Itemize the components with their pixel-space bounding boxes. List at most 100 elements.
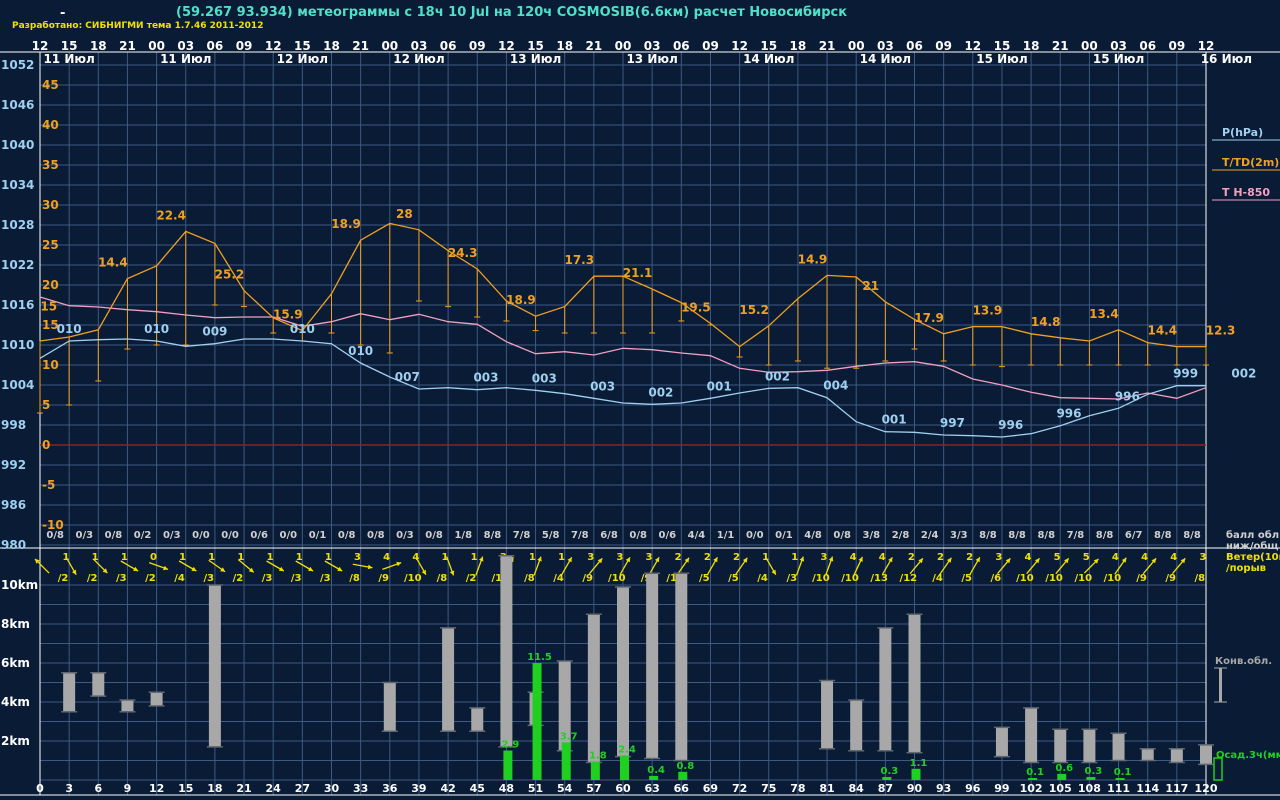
precip-value-label: 3.7 — [560, 731, 578, 742]
time-tick-label: 00 — [615, 39, 632, 53]
pressure-value-label: 003 — [532, 371, 557, 385]
pressure-tick-label: 992 — [1, 458, 26, 472]
legend-entry: P(hPa) — [1222, 126, 1263, 139]
legend-swatch — [1213, 757, 1223, 781]
hour-tick-label: 24 — [266, 782, 282, 795]
time-tick-label: 15 — [61, 39, 78, 53]
precip-value-label: 11.5 — [527, 652, 552, 663]
cloud-cover-value: 2/8 — [892, 530, 910, 541]
hour-tick-label: 27 — [295, 782, 310, 795]
hour-tick-label: 111 — [1107, 782, 1130, 795]
temperature-value-label: 15.2 — [739, 303, 769, 317]
pressure-value-label: 010 — [348, 344, 373, 358]
wind-gust: /2 — [233, 573, 244, 584]
wind-speed: 1 — [791, 552, 798, 563]
cloud-cover-value: 6/8 — [600, 530, 618, 541]
hour-tick-label: 102 — [1020, 782, 1043, 795]
wind-speed: 5 — [1054, 552, 1061, 563]
hour-tick-label: 78 — [790, 782, 805, 795]
wind-gust: /2 — [58, 573, 69, 584]
precip-value-label: 2.9 — [502, 739, 520, 750]
time-tick-label: 12 — [498, 39, 515, 53]
pressure-value-label: 002 — [1231, 367, 1256, 381]
legend-entry: Конв.обл. — [1215, 655, 1272, 667]
convective-cloud-bar — [617, 586, 629, 757]
cloud-cover-value: 4/4 — [688, 530, 706, 541]
cloud-cover-value: 0/3 — [396, 530, 414, 541]
wind-gust: /10 — [1104, 573, 1122, 584]
precip-bar — [561, 742, 571, 780]
cloud-cover-value: 8/8 — [484, 530, 502, 541]
precip-value-label: 0.1 — [1114, 767, 1132, 778]
time-tick-label: 12 — [731, 39, 748, 53]
cloud-cover-value: 4/8 — [804, 530, 822, 541]
precip-bar — [1115, 778, 1125, 780]
pressure-value-label: 999 — [1173, 367, 1198, 381]
hour-tick-label: 39 — [411, 782, 426, 795]
hour-tick-label: 48 — [499, 782, 514, 795]
hour-tick-label: 6 — [94, 782, 102, 795]
convective-cloud-bar — [150, 692, 163, 706]
time-tick-label: 21 — [352, 39, 369, 53]
time-tick-label: 00 — [148, 39, 165, 53]
hour-tick-label: 57 — [586, 782, 601, 795]
pressure-value-label: 007 — [395, 370, 420, 384]
time-tick-label: 09 — [935, 39, 952, 53]
legend-entry: Осад.3ч(мм) — [1216, 750, 1280, 761]
wind-gust: /13 — [870, 573, 888, 584]
cloud-cover-value: 6/7 — [1125, 530, 1143, 541]
time-tick-label: 00 — [848, 39, 865, 53]
hour-tick-label: 114 — [1136, 782, 1159, 795]
wind-speed: 0 — [150, 552, 157, 563]
cloud-cover-value: 0/8 — [338, 530, 356, 541]
hour-tick-label: 120 — [1195, 782, 1218, 795]
wind-speed: 4 — [1141, 552, 1148, 563]
wind-speed: 3 — [587, 552, 594, 563]
date-label: 15 Июл — [1093, 52, 1144, 66]
height-tick-label: 6km — [1, 656, 30, 670]
temperature-tick-label: 30 — [42, 198, 59, 212]
precip-bar — [620, 755, 629, 780]
cloud-cover-value: 0/0 — [746, 530, 764, 541]
convective-cloud-bar — [1025, 707, 1038, 763]
time-tick-label: 00 — [381, 39, 398, 53]
cloud-cover-value: 8/8 — [1154, 530, 1172, 541]
wind-gust: /4 — [757, 573, 768, 584]
hour-tick-label: 12 — [149, 782, 164, 795]
pressure-value-label: 996 — [1115, 389, 1140, 403]
temperature-value-label: 22.4 — [156, 208, 186, 222]
date-label: 11 Июл — [160, 52, 211, 66]
temperature-value-label: 19.5 — [681, 300, 711, 314]
temperature-value-label: 14.4 — [98, 256, 128, 270]
temperature-value-label: 13.9 — [973, 304, 1003, 318]
temperature-value-label: 24.3 — [448, 246, 478, 260]
precip-value-label: 1.1 — [910, 758, 928, 769]
convective-cloud-bar — [1054, 729, 1067, 763]
pressure-tick-label: 1016 — [1, 298, 34, 312]
wind-speed: 2 — [908, 552, 915, 563]
temperature-tick-label: 20 — [42, 278, 59, 292]
hour-tick-label: 42 — [440, 782, 455, 795]
hour-tick-label: 108 — [1078, 782, 1101, 795]
convective-cloud-bar — [1141, 748, 1154, 761]
time-tick-label: 03 — [177, 39, 194, 53]
precip-bar — [649, 775, 659, 780]
hour-tick-label: 45 — [470, 782, 485, 795]
wind-speed: 2 — [675, 552, 682, 563]
temperature-value-label: 17.3 — [564, 253, 594, 267]
wind-gust: /2 — [145, 573, 156, 584]
wind-speed: 3 — [1199, 552, 1206, 563]
hour-tick-label: 96 — [965, 782, 981, 795]
time-tick-label: 09 — [702, 39, 719, 53]
temperature-tick-label: 25 — [42, 238, 59, 252]
convective-cloud-bar — [500, 555, 513, 747]
convective-cloud-bar — [821, 680, 834, 749]
wind-gust: /3 — [786, 573, 797, 584]
wind-speed: 4 — [850, 552, 857, 563]
time-tick-label: 00 — [1081, 39, 1098, 53]
cloud-cover-value: 0/6 — [659, 530, 677, 541]
wind-gust: /3 — [203, 573, 214, 584]
wind-gust: /3 — [320, 573, 331, 584]
time-tick-label: 12 — [964, 39, 981, 53]
time-tick-label: 21 — [1052, 39, 1069, 53]
